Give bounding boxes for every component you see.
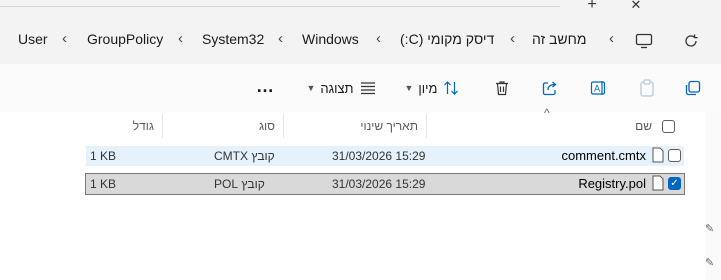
- new-item-icon[interactable]: [680, 76, 706, 100]
- title-bar: + ✕: [0, 0, 721, 18]
- address-bar: User ‹ GroupPolicy ‹ System32 ‹ Windows …: [0, 18, 721, 65]
- column-date-label: תאריך שינוי: [360, 119, 418, 133]
- delete-icon[interactable]: [489, 76, 515, 100]
- chevron-left-icon[interactable]: ‹: [510, 30, 515, 47]
- breadcrumb-this-pc[interactable]: מחשב זה: [532, 31, 586, 47]
- copy-icon[interactable]: [634, 76, 660, 100]
- row-checkbox-checked[interactable]: ✓: [668, 177, 681, 190]
- pin-icon[interactable]: ✎: [705, 256, 714, 269]
- chevron-left-icon[interactable]: ‹: [609, 30, 614, 47]
- column-header-date[interactable]: תאריך שינוי: [284, 112, 424, 140]
- refresh-icon[interactable]: [676, 28, 706, 54]
- column-name-label: שם: [635, 119, 652, 133]
- file-date: 31/03/2026 15:29: [332, 149, 426, 163]
- sort-label: מיון: [418, 80, 438, 96]
- chevron-down-icon: ▼: [404, 83, 414, 93]
- tab-strip: [0, 0, 560, 7]
- vertical-scrollbar[interactable]: [706, 112, 721, 280]
- view-label: תצוגה: [320, 80, 354, 96]
- pin-icon[interactable]: ✎: [705, 222, 714, 235]
- chevron-left-icon[interactable]: ‹: [178, 30, 183, 47]
- more-icon[interactable]: …: [252, 74, 278, 98]
- new-tab-button[interactable]: +: [572, 0, 612, 16]
- breadcrumb[interactable]: User ‹ GroupPolicy ‹ System32 ‹ Windows …: [0, 18, 620, 64]
- close-button[interactable]: ✕: [616, 0, 656, 16]
- chevron-left-icon[interactable]: ‹: [278, 30, 283, 47]
- breadcrumb-user[interactable]: User: [18, 31, 48, 47]
- file-type: קובץ CMTX: [214, 149, 275, 163]
- file-icon: [652, 147, 664, 163]
- row-checkbox[interactable]: [668, 149, 681, 162]
- column-divider[interactable]: [162, 114, 163, 138]
- chevron-left-icon[interactable]: ‹: [376, 30, 381, 47]
- column-header-type[interactable]: סוג: [163, 112, 281, 140]
- file-list: שם ^ תאריך שינוי סוג גודל comment.cmtx 3…: [0, 106, 721, 280]
- view-icon: [360, 82, 375, 95]
- view-button[interactable]: ▼ תצוגה: [304, 76, 378, 100]
- file-size: 1 KB: [90, 177, 117, 191]
- command-bar: A ▼ מיון ▼ תצוגה …: [0, 64, 721, 112]
- column-size-label: גודל: [132, 119, 154, 133]
- column-type-label: סוג: [258, 119, 275, 133]
- breadcrumb-local-disk[interactable]: דיסק מקומי (C:): [400, 31, 494, 47]
- file-name: Registry.pol: [578, 176, 646, 191]
- file-size: 1 KB: [90, 149, 117, 163]
- file-row-registry-pol[interactable]: ✓ Registry.pol 31/03/2026 15:29 קובץ POL…: [85, 173, 685, 195]
- column-divider[interactable]: [426, 114, 427, 138]
- breadcrumb-grouppolicy[interactable]: GroupPolicy: [87, 31, 163, 47]
- select-all-checkbox[interactable]: [662, 120, 675, 133]
- share-icon[interactable]: [537, 76, 563, 100]
- file-type: קובץ POL: [214, 177, 265, 191]
- file-name: comment.cmtx: [561, 148, 646, 163]
- column-header-name[interactable]: שם: [426, 112, 682, 140]
- breadcrumb-system32[interactable]: System32: [202, 31, 264, 47]
- monitor-icon[interactable]: [629, 28, 659, 54]
- chevron-down-icon: ▼: [306, 83, 316, 93]
- sort-icon: [444, 81, 459, 95]
- rename-icon[interactable]: A: [586, 76, 612, 100]
- sort-button[interactable]: ▼ מיון: [400, 76, 464, 100]
- file-icon: [652, 175, 664, 191]
- svg-text:A: A: [594, 85, 601, 95]
- breadcrumb-windows[interactable]: Windows: [302, 31, 359, 47]
- column-divider[interactable]: [283, 114, 284, 138]
- column-header-size[interactable]: גודל: [86, 112, 160, 140]
- sort-indicator-icon: ^: [544, 106, 550, 120]
- chevron-left-icon[interactable]: ‹: [62, 30, 67, 47]
- file-row-comment-cmtx[interactable]: comment.cmtx 31/03/2026 15:29 קובץ CMTX …: [86, 146, 684, 166]
- file-date: 31/03/2026 15:29: [332, 177, 426, 191]
